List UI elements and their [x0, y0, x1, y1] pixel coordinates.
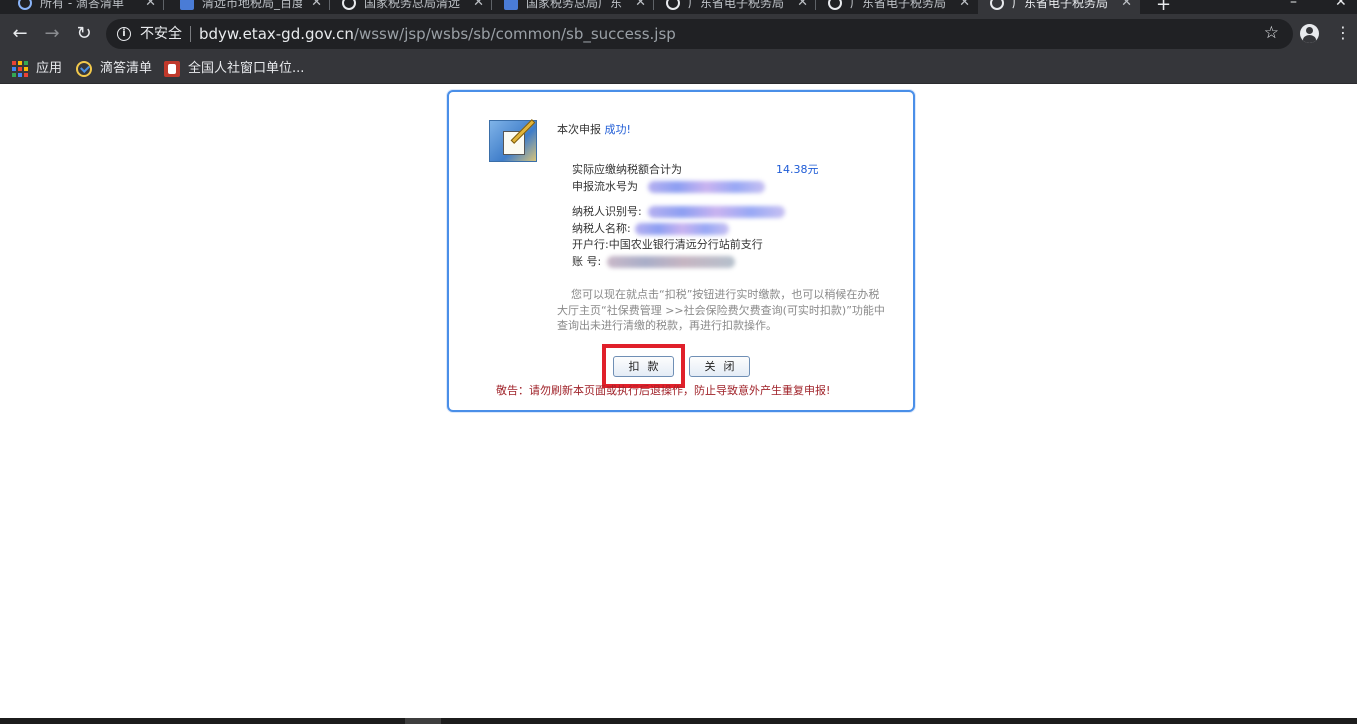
serial-label: 申报流水号为	[572, 180, 638, 193]
taxpayer-name-label: 纳税人名称:	[572, 222, 631, 235]
back-arrow-icon[interactable]: ←	[8, 22, 32, 46]
tab-title: 国家税务总局清远	[364, 0, 461, 10]
tab-title: 广东省电子税务局	[1012, 0, 1109, 10]
bookmark-star-icon[interactable]: ☆	[1264, 23, 1279, 43]
tab[interactable]: 国家税务总局清远 ✕	[330, 0, 492, 14]
browser-toolbar: ← → ↻ i 不安全 bdyw.etax-gd.gov.cn/wssw/jsp…	[0, 14, 1357, 54]
redacted-account-number	[607, 256, 735, 268]
tab-close-icon[interactable]: ✕	[145, 0, 156, 12]
bookmark-mhrss[interactable]: 全国人社窗口单位...	[164, 59, 304, 79]
taxpayer-id-label: 纳税人识别号:	[572, 205, 642, 218]
more-menu-icon[interactable]: ⋮	[1335, 23, 1351, 43]
taskbar-edge	[0, 718, 1357, 724]
result-title: 本次申报 成功!	[557, 123, 631, 137]
forward-arrow-icon[interactable]: →	[40, 22, 64, 46]
tab-strip: 所有 - 滴答清单 ✕ 清远市地税局_百度 ✕ 国家税务总局清远 ✕ 国家税务总…	[0, 0, 1357, 14]
close-button[interactable]: 关闭	[689, 356, 750, 377]
new-tab-button[interactable]: +	[1156, 0, 1171, 14]
account-icon[interactable]	[1300, 24, 1319, 43]
bookmark-dida[interactable]: 滴答清单	[76, 59, 152, 79]
globe-favicon-icon	[990, 0, 1004, 10]
close-window-icon[interactable]: ✕	[1335, 0, 1347, 10]
tab[interactable]: 广东省电子税务局 ✕	[816, 0, 978, 14]
tab-close-icon[interactable]: ✕	[311, 0, 322, 12]
bookmark-label: 全国人社窗口单位...	[188, 61, 305, 76]
globe-favicon-icon	[342, 0, 356, 10]
bank-value: 中国农业银行清远分行站前支行	[608, 238, 763, 251]
tab-title: 所有 - 滴答清单	[40, 0, 124, 10]
page-content: 本次申报 成功! 实际应缴纳税额合计为 14.38元 申报流水号为 纳税人识别号…	[0, 85, 1357, 718]
result-status: 成功!	[604, 123, 631, 136]
url-path: /wssw/jsp/wsbs/sb/common/sb_success.jsp	[353, 25, 676, 43]
tab[interactable]: 广东省电子税务局 ✕	[654, 0, 816, 14]
tab-title: 广东省电子税务局	[688, 0, 785, 10]
globe-favicon-icon	[828, 0, 842, 10]
bookmark-label: 应用	[36, 61, 63, 76]
highlight-box	[602, 344, 685, 388]
tab-title: 广东省电子税务局	[850, 0, 947, 10]
tab-active[interactable]: 广东省电子税务局 ✕	[978, 0, 1140, 14]
bank-row: 开户行:中国农业银行清远分行站前支行	[572, 238, 763, 252]
dida-check-icon	[76, 61, 92, 77]
info-icon[interactable]: i	[117, 27, 131, 41]
security-label[interactable]: 不安全	[140, 25, 182, 43]
globe-favicon-icon	[666, 0, 680, 10]
url-text[interactable]: bdyw.etax-gd.gov.cn/wssw/jsp/wsbs/sb/com…	[199, 24, 676, 44]
bookmark-label: 滴答清单	[100, 61, 153, 76]
redacted-serial-number	[648, 181, 765, 193]
result-title-prefix: 本次申报	[557, 123, 601, 136]
dida-favicon-icon	[18, 0, 32, 10]
tab[interactable]: 清远市地税局_百度 ✕	[168, 0, 330, 14]
tab[interactable]: 所有 - 滴答清单 ✕	[6, 0, 164, 14]
tab-title: 国家税务总局广东	[526, 0, 623, 10]
tab-close-icon[interactable]: ✕	[635, 0, 646, 12]
bank-label: 开户行:	[572, 238, 609, 251]
redacted-taxpayer-name	[635, 223, 729, 235]
amount-label: 实际应缴纳税额合计为	[572, 163, 682, 176]
bookmarks-bar: 应用 滴答清单 全国人社窗口单位...	[0, 54, 1357, 84]
baidu-favicon-icon	[180, 0, 194, 10]
tab-close-icon[interactable]: ✕	[473, 0, 484, 12]
amount-value: 14.38元	[776, 163, 819, 176]
tab-close-icon[interactable]: ✕	[1121, 0, 1132, 12]
reload-icon[interactable]: ↻	[72, 22, 96, 46]
tab[interactable]: 国家税务总局广东 ✕	[492, 0, 654, 14]
warning-text: 敬告：请勿刷新本页面或执行后退操作，防止导致意外产生重复申报!	[496, 384, 831, 397]
url-host: bdyw.etax-gd.gov.cn	[199, 25, 354, 43]
mhrss-icon	[164, 61, 180, 77]
declaration-success-dialog: 本次申报 成功! 实际应缴纳税额合计为 14.38元 申报流水号为 纳税人识别号…	[447, 90, 915, 412]
payment-hint-text: 您可以现在就点击“扣税”按钮进行实时缴款，也可以稍候在办税大厅主页“社保费管理 …	[557, 288, 885, 332]
notepad-pencil-icon	[489, 119, 537, 162]
minimize-icon[interactable]: –	[1290, 0, 1297, 10]
redacted-taxpayer-id	[648, 206, 785, 218]
account-label: 账 号:	[572, 255, 602, 268]
bookmark-apps[interactable]: 应用	[12, 59, 62, 79]
tab-close-icon[interactable]: ✕	[959, 0, 970, 12]
tab-close-icon[interactable]: ✕	[797, 0, 808, 12]
tab-title: 清远市地税局_百度	[202, 0, 302, 10]
address-bar[interactable]: i 不安全 bdyw.etax-gd.gov.cn/wssw/jsp/wsbs/…	[106, 19, 1293, 49]
tax-favicon-icon	[504, 0, 518, 10]
apps-grid-icon	[12, 61, 28, 77]
